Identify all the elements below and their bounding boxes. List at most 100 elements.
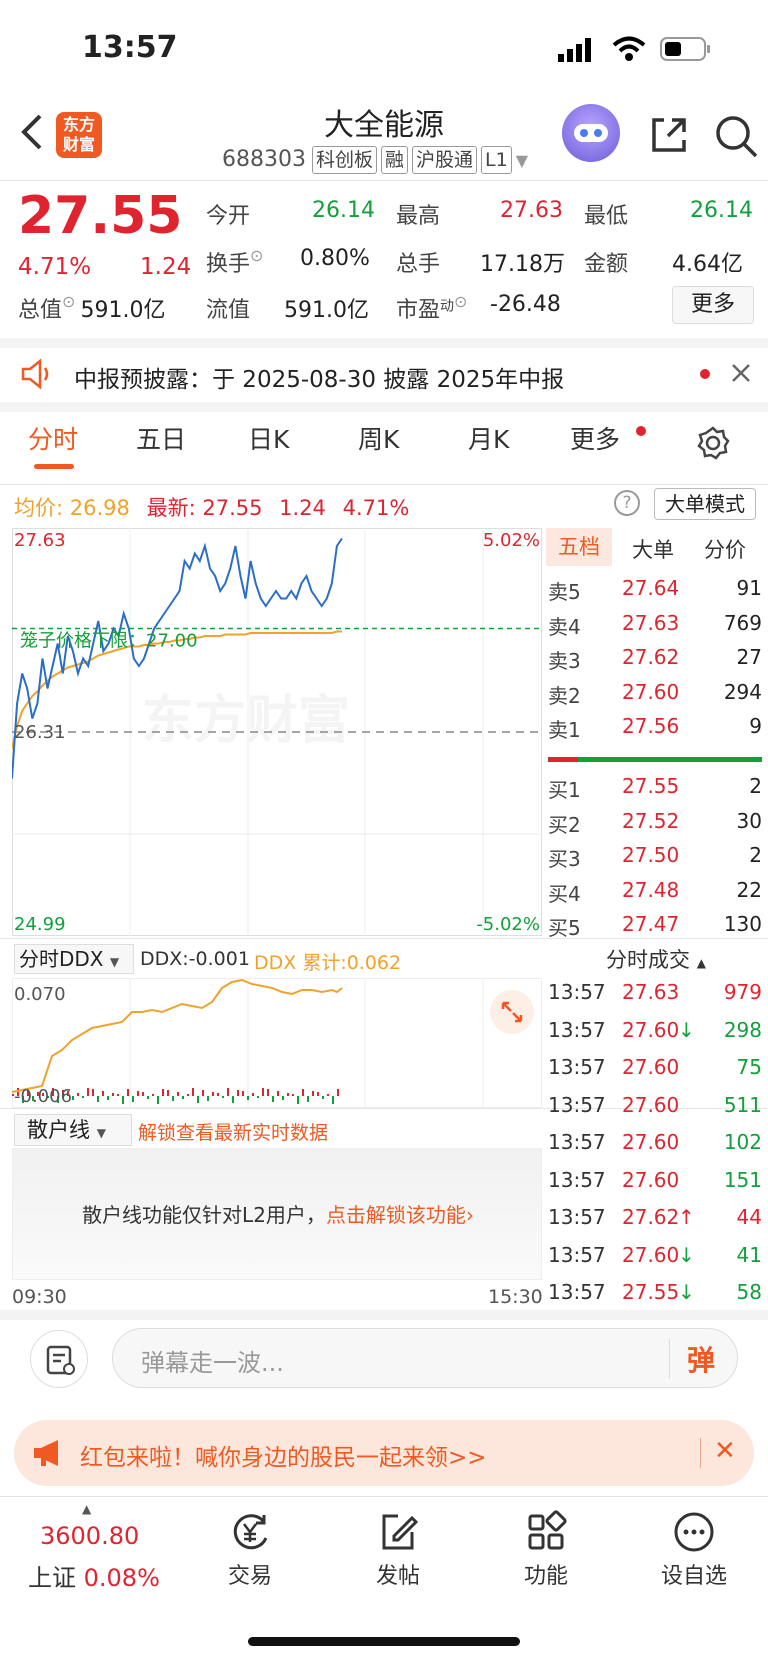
high-label: 最高 <box>396 204 441 229</box>
trade-row: 13:57 27.60 ↓ 41 <box>548 1243 764 1279</box>
ddx-bar <box>157 1096 159 1104</box>
intraday-chart[interactable]: 东方财富 27.63 26.31 24.99 5.02% -5.02% 笼子价格… <box>12 528 542 936</box>
tab-5day[interactable]: 五日 <box>136 420 186 456</box>
y-tick-bottom: 24.99 <box>14 914 66 935</box>
nav-trade[interactable]: 交易 <box>200 1510 300 1590</box>
bid-row[interactable]: 买2 27.52 30 <box>548 809 764 841</box>
ddx-bar <box>242 1091 244 1096</box>
trade-arrow: ↓ <box>678 1280 695 1304</box>
trade-arrow: ↓ <box>678 1242 695 1267</box>
ddx-bar <box>152 1094 154 1096</box>
trade-row: 13:57 27.60 ↓ 298 <box>548 1018 764 1054</box>
danmaku-send-button[interactable]: 弹 <box>687 1339 715 1379</box>
retail-unlock-link[interactable]: 点击解锁该功能 <box>326 1203 466 1227</box>
trade-price: 27.63 <box>622 980 680 1004</box>
ask-row[interactable]: 卖5 27.64 91 <box>548 576 764 608</box>
bid-row[interactable]: 买4 27.48 22 <box>548 878 764 910</box>
ask-row[interactable]: 卖3 27.62 27 <box>548 645 764 677</box>
info-icon[interactable]: ⊙ <box>250 246 263 265</box>
danmaku-input[interactable]: 弹幕走一波... 弹 <box>112 1328 738 1388</box>
ddx-selector[interactable]: 分时DDX ▼ <box>14 944 134 974</box>
notice-text[interactable]: 中报预披露：于 2025-08-30 披露 2025年中报 <box>74 360 564 394</box>
nav-features[interactable]: 功能 <box>496 1510 596 1590</box>
bid-price: 27.50 <box>622 843 680 867</box>
last-price: 27.55 <box>18 186 183 246</box>
notice-dot <box>700 369 710 379</box>
tab-daily-k[interactable]: 日K <box>248 420 289 456</box>
promo-close-icon[interactable]: ✕ <box>714 1436 736 1466</box>
status-time: 13:57 <box>82 30 178 65</box>
tab-price-dist[interactable]: 分价 <box>704 534 746 564</box>
trade-arrow: ↑ <box>678 1205 695 1229</box>
mktcap-line: 总值⊙ 591.0亿 <box>18 292 166 324</box>
ddx-bar <box>182 1096 184 1099</box>
promo-banner[interactable]: 红包来啦！喊你身边的股民一起来领>> ✕ <box>14 1420 754 1486</box>
ddx-value: DDX:-0.001 <box>140 948 250 970</box>
expand-icon[interactable] <box>490 990 534 1034</box>
tab-weekly-k[interactable]: 周K <box>358 420 399 456</box>
price-floor-label: 笼子价格下限：27.00 <box>20 631 198 652</box>
tag-connect: 沪股通 <box>412 146 478 174</box>
trade-qty: 75 <box>736 1055 762 1079</box>
ddx-y-top: 0.070 <box>14 984 66 1005</box>
trade-qty: 298 <box>723 1017 762 1042</box>
ddx-bar <box>282 1096 284 1100</box>
stock-code: 688303 <box>222 147 306 172</box>
bid-row[interactable]: 买5 27.47 130 <box>548 912 764 944</box>
trade-qty: 511 <box>723 1092 762 1117</box>
trade-price: 27.60 <box>622 1242 680 1267</box>
bid-row[interactable]: 买3 27.50 2 <box>548 843 764 875</box>
avg-label: 均价: <box>14 496 64 520</box>
mktcap-value: 591.0亿 <box>80 298 166 323</box>
close-icon[interactable] <box>730 362 752 388</box>
share-icon[interactable] <box>648 114 690 160</box>
ddx-chart: 0.070 -0.006 <box>12 978 542 1108</box>
tab-monthly-k[interactable]: 月K <box>468 420 509 456</box>
bid-row[interactable]: 买1 27.55 2 <box>548 774 764 806</box>
index-name: 上证 <box>28 1564 76 1592</box>
trade-row: 13:57 27.60 102 <box>548 1130 764 1166</box>
ddx-bar <box>127 1089 129 1096</box>
more-button[interactable]: 更多 <box>672 286 754 324</box>
ask-row[interactable]: 卖4 27.63 769 <box>548 611 764 643</box>
assistant-avatar-icon[interactable] <box>562 104 620 162</box>
chart-change-pct: 4.71% <box>342 496 410 520</box>
ask-row[interactable]: 卖2 27.60 294 <box>548 680 764 712</box>
dropdown-icon[interactable]: ▼ <box>516 151 528 170</box>
ask-row[interactable]: 卖1 27.56 9 <box>548 714 764 746</box>
y-tick-top: 27.63 <box>14 530 66 551</box>
trades-title[interactable]: 分时成交 ▲ <box>544 944 768 974</box>
edit-icon <box>376 1510 420 1554</box>
trade-price: 27.60 <box>622 1055 680 1079</box>
index-value[interactable]: 3600.80 <box>40 1522 139 1550</box>
turnover-label-wrap: 换手⊙ <box>206 246 263 278</box>
retail-unlock-text[interactable]: 解锁查看最新实时数据 <box>138 1118 328 1145</box>
y-tick-right-bottom: -5.02% <box>476 914 540 935</box>
nav-post[interactable]: 发帖 <box>348 1510 448 1590</box>
ddx-bar <box>177 1092 179 1096</box>
help-icon[interactable]: ? <box>614 490 640 516</box>
tab-more[interactable]: 更多 <box>570 420 620 456</box>
search-icon[interactable] <box>714 114 758 162</box>
index-line[interactable]: 上证 0.08% <box>28 1558 160 1593</box>
chevron-right-icon: › <box>465 1203 474 1227</box>
x-label-end: 15:30 <box>488 1286 543 1308</box>
info-icon[interactable]: ⊙ <box>62 292 75 311</box>
bid-price: 27.55 <box>622 774 680 798</box>
comment-list-icon[interactable] <box>30 1330 88 1388</box>
tab-large-orders[interactable]: 大单 <box>632 534 674 564</box>
mktcap-label: 总值 <box>18 298 63 323</box>
tab-five-levels[interactable]: 五档 <box>546 528 612 566</box>
nav-add-watchlist[interactable]: 设自选 <box>644 1510 744 1590</box>
gear-icon[interactable] <box>696 426 730 464</box>
tab-intraday[interactable]: 分时 <box>28 420 78 456</box>
ask-qty: 769 <box>723 610 762 635</box>
ask-label: 卖3 <box>548 649 581 673</box>
info-icon[interactable]: ⊙ <box>454 292 467 311</box>
dropdown-icon: ▼ <box>96 1126 106 1140</box>
retail-selector[interactable]: 散户线 ▼ <box>14 1114 132 1146</box>
large-order-mode-button[interactable]: 大单模式 <box>654 488 756 520</box>
ddx-bar <box>82 1096 84 1098</box>
bid-price: 27.47 <box>622 912 680 936</box>
amount-value: 4.64亿 <box>672 252 743 277</box>
